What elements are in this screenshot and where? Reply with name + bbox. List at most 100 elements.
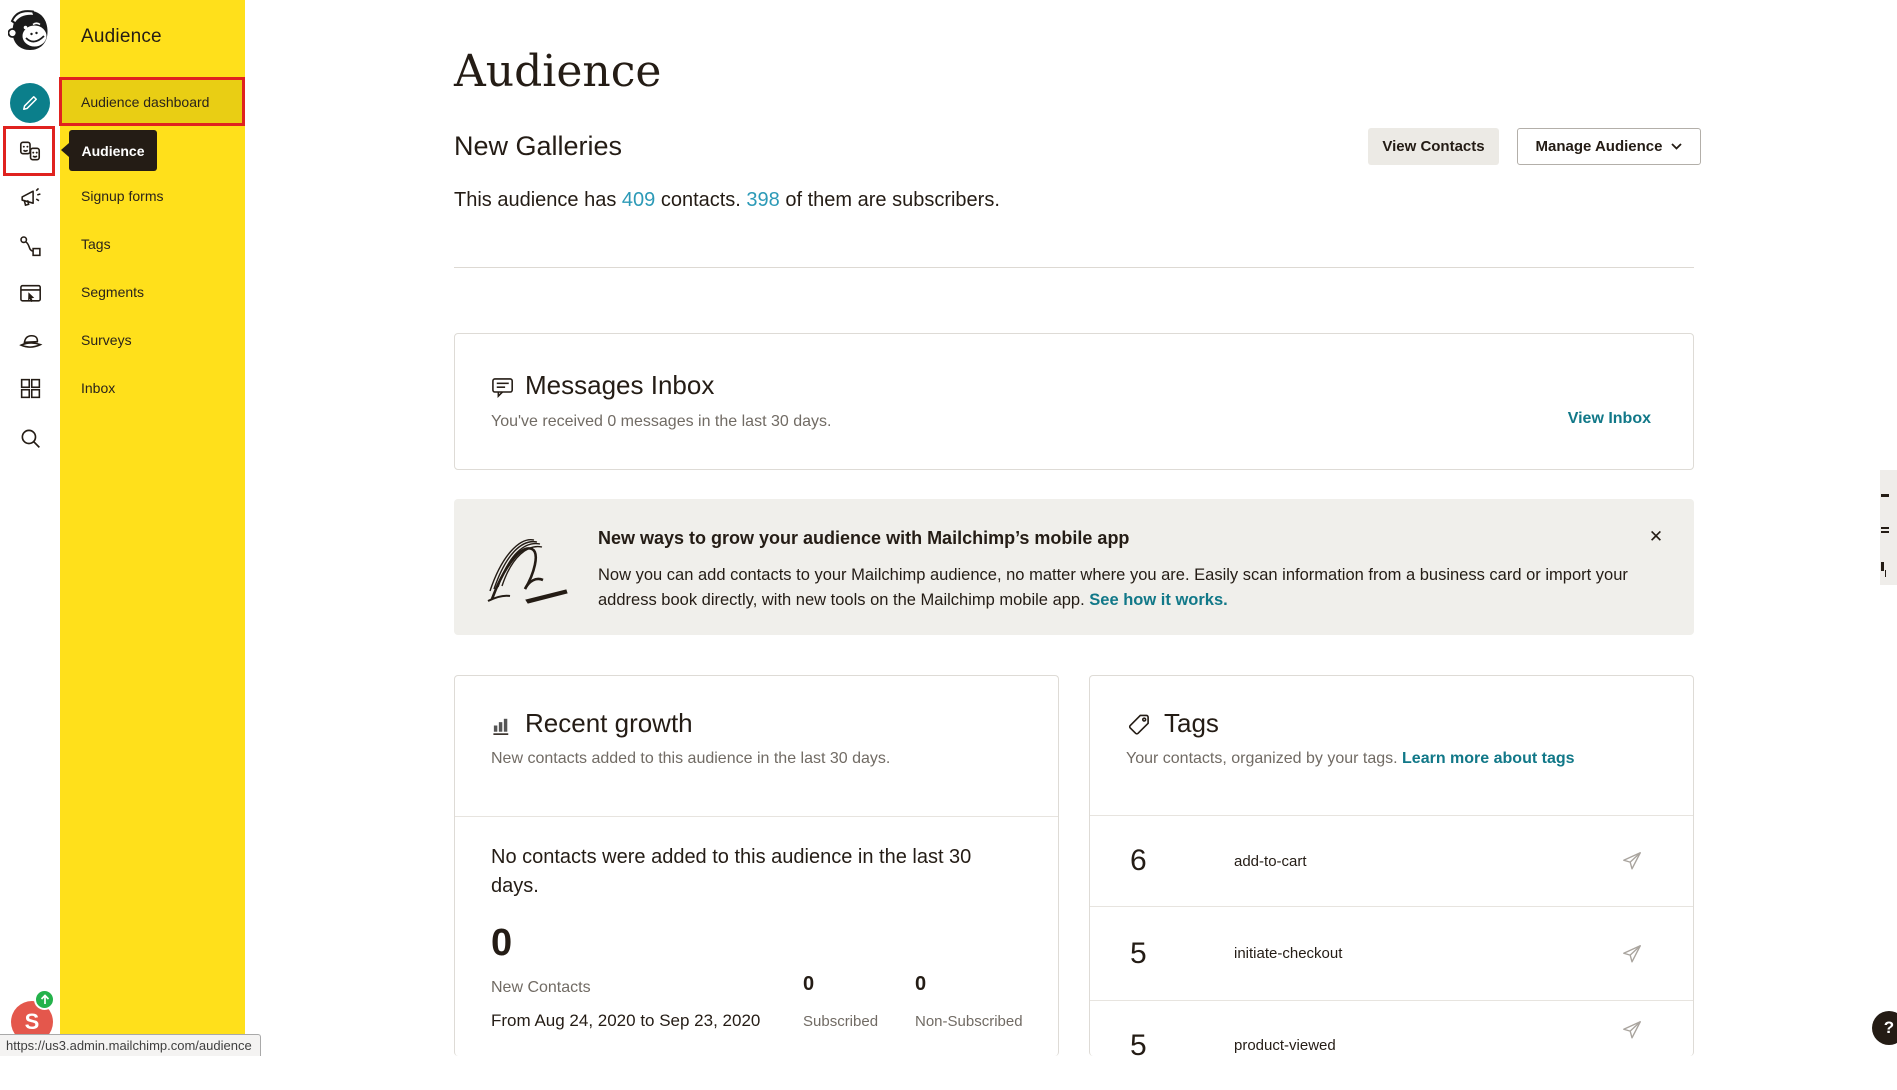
sidebar-item-automations[interactable]: [0, 234, 60, 259]
tags-subtitle-text: Your contacts, organized by your tags.: [1126, 750, 1398, 767]
sidebar-item-segments[interactable]: Segments: [60, 270, 245, 313]
view-inbox-link[interactable]: View Inbox: [1568, 410, 1651, 428]
header-divider: [454, 267, 1694, 268]
hat-icon: [18, 329, 43, 354]
recent-growth-subtitle: New contacts added to this audience in t…: [491, 750, 890, 768]
sidebar-item-website[interactable]: [0, 281, 60, 306]
sidebar-item-label: Surveys: [81, 332, 132, 348]
sidebar-item-inbox[interactable]: Inbox: [60, 366, 245, 409]
subscribed-label: Subscribed: [803, 1013, 878, 1030]
tag-name: add-to-cart: [1234, 853, 1307, 870]
chat-bubble-icon: [490, 375, 515, 400]
banner-body: Now you can add contacts to your Mailchi…: [598, 563, 1643, 613]
panel-dash-icon: [1881, 494, 1889, 497]
no-contacts-message: No contacts were added to this audience …: [491, 843, 1001, 901]
manage-audience-label: Manage Audience: [1536, 138, 1663, 155]
tag-icon: [1126, 712, 1152, 738]
subscribed-value: 0: [803, 973, 814, 996]
summary-text: This audience has: [454, 189, 622, 211]
sidebar-item-signup-forms[interactable]: Signup forms: [60, 174, 245, 217]
arrow-up-icon: [40, 994, 50, 1005]
recent-growth-card: Recent growth New contacts added to this…: [454, 675, 1059, 1056]
card-divider: [455, 816, 1058, 817]
icon-rail: [0, 0, 60, 1056]
messages-inbox-card: Messages Inbox You've received 0 message…: [454, 333, 1694, 470]
panel-l-icon: [1881, 562, 1884, 571]
grid-icon: [18, 376, 43, 401]
mailchimp-logo[interactable]: [0, 6, 60, 54]
summary-text: of them are subscribers.: [780, 189, 1000, 211]
sidebar-item-label: Segments: [81, 284, 144, 300]
audience-name: New Galleries: [454, 131, 622, 162]
tags-subtitle: Your contacts, organized by your tags. L…: [1126, 750, 1575, 768]
mobile-app-banner: New ways to grow your audience with Mail…: [454, 499, 1694, 635]
browser-status-url: https://us3.admin.mailchimp.com/audience: [0, 1034, 261, 1056]
scribble-illustration: [480, 527, 576, 609]
tags-title: Tags: [1164, 708, 1219, 739]
new-contacts-value: 0: [491, 922, 512, 965]
tag-count: 5: [1130, 1029, 1234, 1063]
tag-name: initiate-checkout: [1234, 945, 1342, 962]
create-button[interactable]: [0, 83, 60, 123]
manage-audience-button[interactable]: Manage Audience: [1517, 128, 1701, 165]
audience-icon: [17, 138, 43, 164]
tooltip-arrow: [61, 143, 69, 157]
sidebar-item-tags[interactable]: Tags: [60, 222, 245, 265]
view-contacts-label: View Contacts: [1382, 138, 1484, 155]
subscribers-count: 398: [746, 189, 779, 211]
sidebar-title: Audience: [81, 26, 162, 48]
send-icon[interactable]: [1621, 850, 1643, 872]
tag-name: product-viewed: [1234, 1037, 1336, 1054]
sidebar-item-label: Inbox: [81, 380, 115, 396]
send-icon[interactable]: [1621, 943, 1643, 965]
sidebar-item-audience[interactable]: [0, 138, 60, 164]
banner-title: New ways to grow your audience with Mail…: [598, 528, 1129, 549]
view-contacts-button[interactable]: View Contacts: [1368, 128, 1499, 165]
new-contacts-label: New Contacts: [491, 979, 591, 997]
website-icon: [18, 281, 43, 306]
tags-card: Tags Your contacts, organized by your ta…: [1089, 675, 1694, 1056]
panel-lines-icon: [1881, 527, 1889, 529]
date-range: From Aug 24, 2020 to Sep 23, 2020: [491, 1011, 760, 1031]
sidebar-item-campaigns[interactable]: [0, 186, 60, 211]
summary-text: contacts.: [655, 189, 746, 211]
send-icon[interactable]: [1621, 1019, 1643, 1041]
help-button[interactable]: ?: [1872, 1011, 1897, 1045]
tooltip-label: Audience: [81, 143, 144, 159]
automation-journey-icon: [18, 234, 43, 259]
audience-tooltip: Audience: [69, 130, 157, 171]
see-how-it-works-link[interactable]: See how it works.: [1089, 591, 1227, 609]
sidebar-item-label: Audience dashboard: [81, 94, 209, 110]
tag-row-initiate-checkout[interactable]: 5 initiate-checkout: [1090, 906, 1693, 1000]
sidebar-item-integrations[interactable]: [0, 376, 60, 401]
close-icon[interactable]: ✕: [1642, 523, 1670, 551]
scroll-up-badge[interactable]: [34, 989, 55, 1010]
bar-chart-icon: [491, 714, 514, 737]
freddie-icon: [8, 6, 52, 54]
page-title: Audience: [454, 46, 661, 97]
pencil-icon: [20, 93, 40, 113]
learn-more-tags-link[interactable]: Learn more about tags: [1402, 750, 1574, 767]
messages-inbox-title: Messages Inbox: [525, 370, 714, 401]
search-button[interactable]: [0, 426, 60, 451]
sidebar-item-label: Signup forms: [81, 188, 163, 204]
messages-inbox-subtitle: You've received 0 messages in the last 3…: [491, 413, 831, 431]
question-mark-icon: ?: [1884, 1018, 1894, 1038]
sidebar-item-audience-dashboard[interactable]: Audience dashboard: [60, 80, 245, 123]
chevron-down-icon: [1671, 143, 1682, 150]
recent-growth-title: Recent growth: [525, 708, 693, 739]
tag-count: 5: [1130, 937, 1234, 971]
megaphone-icon: [18, 186, 43, 211]
contacts-count: 409: [622, 189, 655, 211]
search-icon: [18, 426, 43, 451]
sidebar-item-label: Tags: [81, 236, 111, 252]
tag-row-product-viewed[interactable]: 5 product-viewed: [1090, 1000, 1693, 1090]
collapsed-side-panel[interactable]: [1880, 470, 1897, 585]
support-s-label: S: [25, 1009, 40, 1035]
sidebar-item-brand[interactable]: [0, 329, 60, 354]
tag-row-add-to-cart[interactable]: 6 add-to-cart: [1090, 815, 1693, 906]
non-subscribed-value: 0: [915, 973, 926, 996]
sidebar-item-surveys[interactable]: Surveys: [60, 318, 245, 361]
audience-summary: This audience has 409 contacts. 398 of t…: [454, 189, 1000, 212]
non-subscribed-label: Non-Subscribed: [915, 1013, 1023, 1030]
